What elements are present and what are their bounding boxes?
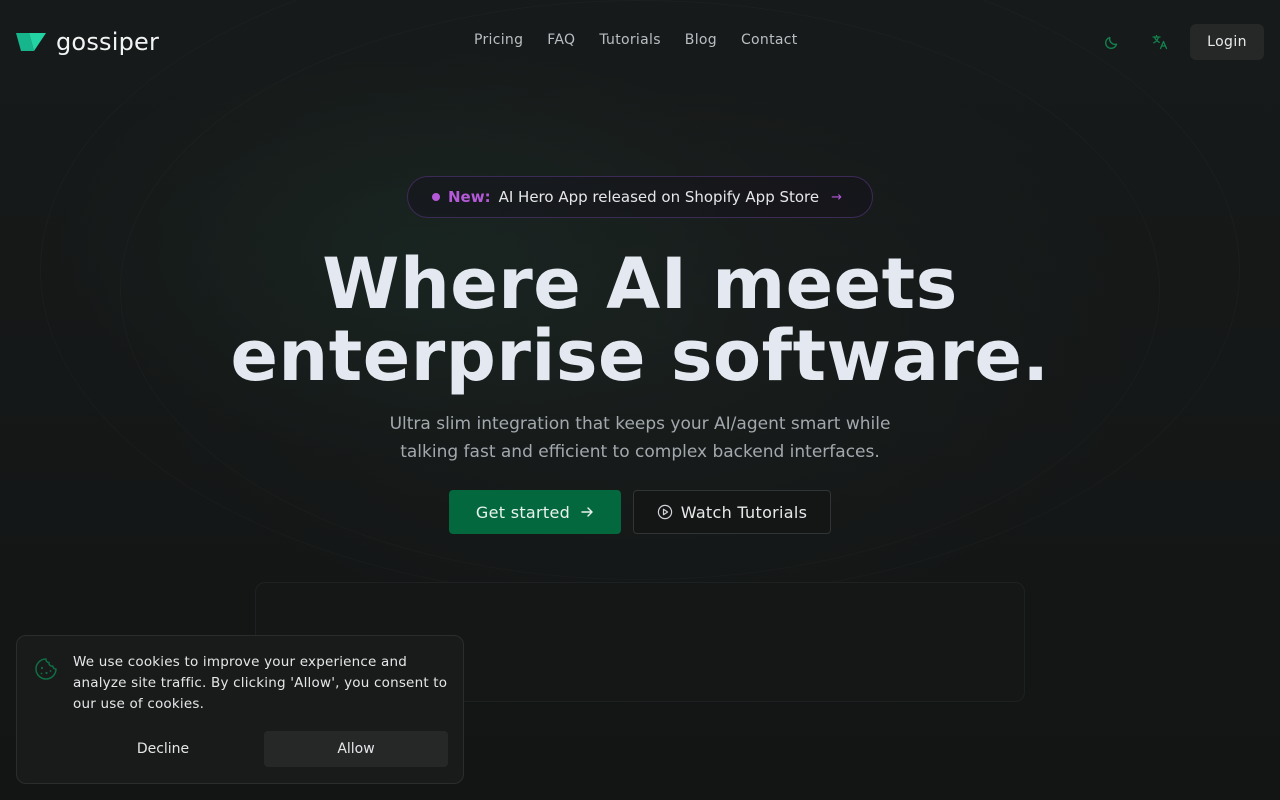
badge-new-label: New: <box>448 188 491 206</box>
language-button[interactable] <box>1147 29 1173 55</box>
brand-name: gossiper <box>56 28 160 56</box>
get-started-button[interactable]: Get started <box>449 490 621 534</box>
arrow-right-icon <box>581 507 593 517</box>
nav-link-blog[interactable]: Blog <box>685 32 717 48</box>
main-nav: Pricing FAQ Tutorials Blog Contact <box>474 32 798 48</box>
play-circle-icon <box>657 504 672 520</box>
cookie-icon <box>35 658 57 680</box>
moon-icon <box>1104 36 1118 50</box>
hero-subtitle: Ultra slim integration that keeps your A… <box>340 410 940 466</box>
subtitle-line-1: Ultra slim integration that keeps your A… <box>389 414 891 434</box>
allow-cookies-button[interactable]: Allow <box>264 731 448 767</box>
gossiper-logo-icon <box>16 33 46 51</box>
translate-icon <box>1152 34 1168 50</box>
cookie-message: We use cookies to improve your experienc… <box>73 654 448 712</box>
nav-link-pricing[interactable]: Pricing <box>474 32 523 48</box>
headline-line-1: Where AI meets <box>322 243 958 325</box>
announcement-badge[interactable]: New: AI Hero App released on Shopify App… <box>407 176 873 218</box>
nav-link-faq[interactable]: FAQ <box>547 32 575 48</box>
subtitle-line-2: talking fast and efficient to complex ba… <box>400 442 880 462</box>
badge-text: AI Hero App released on Shopify App Stor… <box>498 188 820 206</box>
get-started-label: Get started <box>475 502 571 522</box>
theme-toggle-button[interactable] <box>1099 29 1125 55</box>
hero-headline: Where AI meets enterprise software. <box>0 248 1280 392</box>
arrow-right-icon: → <box>831 189 843 205</box>
decline-cookies-button[interactable]: Decline <box>73 731 253 767</box>
site-header: gossiper Pricing FAQ Tutorials Blog Cont… <box>0 0 1280 84</box>
nav-link-tutorials[interactable]: Tutorials <box>599 32 660 48</box>
badge-dot <box>432 193 440 201</box>
login-button[interactable]: Login <box>1190 24 1264 60</box>
watch-tutorials-button[interactable]: Watch Tutorials <box>633 490 831 534</box>
cookie-banner: We use cookies to improve your experienc… <box>16 635 464 784</box>
watch-tutorials-label: Watch Tutorials <box>680 502 808 522</box>
brand-logo[interactable]: gossiper <box>16 28 159 56</box>
nav-link-contact[interactable]: Contact <box>741 32 798 48</box>
headline-line-2: enterprise software. <box>230 315 1050 397</box>
